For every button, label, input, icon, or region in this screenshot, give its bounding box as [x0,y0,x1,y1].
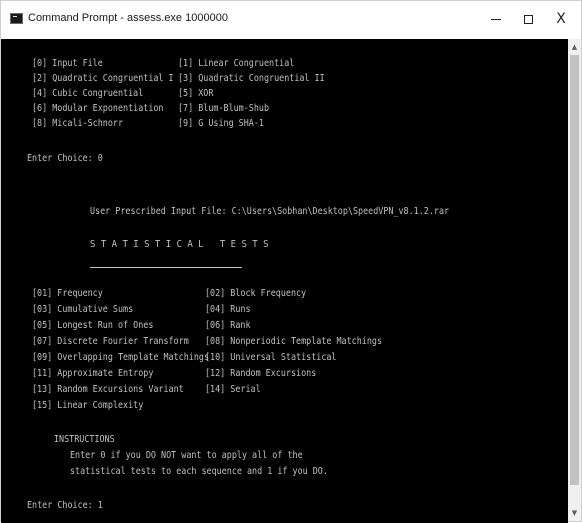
instructions-line: statistical tests to each sequence and 1… [70,466,328,477]
input-file-line: User Prescribed Input File: C:\Users\Sob… [90,206,450,217]
heading-underline [90,267,242,268]
scroll-up-arrow-icon[interactable]: ▲ [568,40,581,54]
menu-item-right: [3] Quadratic Congruential II [178,73,325,84]
test-item-right: [02] Block Frequency [205,288,307,299]
test-item-right: [06] Rank [205,320,251,331]
console-output[interactable]: [0] Input File [1] Linear Congruential [… [1,39,568,523]
test-item-right: [12] Random Excursions [205,368,317,379]
console-app-icon [10,13,23,24]
maximize-icon [523,14,533,24]
test-item-left: [15] Linear Complexity [32,400,144,411]
test-item-right: [04] Runs [205,304,251,315]
close-icon: X [556,11,566,27]
menu-item-right: [1] Linear Congruential [178,58,295,69]
maximize-button[interactable] [513,7,543,31]
test-item-left: [03] Cumulative Sums [32,304,134,315]
menu-item-left: [2] Quadratic Congruential I [32,73,174,84]
minimize-button[interactable] [481,7,511,31]
test-item-left: [01] Frequency [32,288,103,299]
tests-heading: STATISTICAL TESTS [90,239,274,250]
test-item-left: [07] Discrete Fourier Transform [32,336,189,347]
test-item-left: [09] Overlapping Template Matchings [32,352,210,363]
scroll-down-arrow-icon[interactable]: ▼ [568,506,581,520]
menu-item-left: [6] Modular Exponentiation [32,103,164,114]
menu-item-left: [8] Micali-Schnorr [32,118,124,129]
test-item-left: [13] Random Excursions Variant [32,384,184,395]
window-title: Command Prompt - assess.exe 1000000 [28,12,228,24]
final-prompt: Enter Choice: 1 [27,500,103,511]
test-item-left: [05] Longest Run of Ones [32,320,154,331]
menu-prompt: Enter Choice: 0 [27,153,103,164]
test-item-right: [08] Nonperiodic Template Matchings [205,336,383,347]
command-prompt-window: Command Prompt - assess.exe 1000000 X [0… [0,0,582,523]
menu-item-left: [4] Cubic Congruential [32,88,144,99]
minimize-icon [491,18,501,20]
test-item-left: [11] Approximate Entropy [32,368,154,379]
test-item-right: [14] Serial [205,384,261,395]
title-bar[interactable]: Command Prompt - assess.exe 1000000 X [1,1,581,39]
menu-item-right: [7] Blum-Blum-Shub [178,103,270,114]
test-item-right: [10] Universal Statistical [205,352,337,363]
menu-item-right: [9] G Using SHA-1 [178,118,264,129]
scrollbar-thumb[interactable] [570,55,579,485]
vertical-scrollbar[interactable]: ▲ ▼ [568,39,581,521]
close-button[interactable]: X [546,7,576,31]
menu-item-right: [5] XOR [178,88,214,99]
instructions-line: Enter 0 if you DO NOT want to apply all … [70,450,303,461]
instructions-heading: INSTRUCTIONS [54,434,115,445]
menu-item-left: [0] Input File [32,58,103,69]
